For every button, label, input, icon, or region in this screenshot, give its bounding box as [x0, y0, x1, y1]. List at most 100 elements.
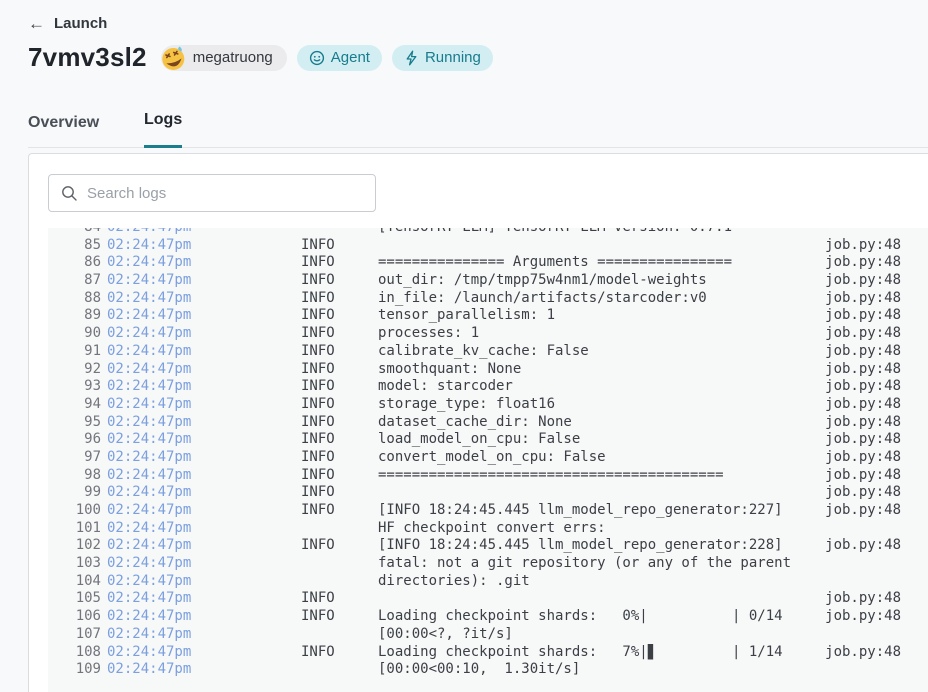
log-row: 9902:24:47pmINFOjob.py:48 [48, 484, 901, 502]
log-message [378, 590, 821, 608]
line-number: 101 [48, 520, 101, 538]
log-row: 8902:24:47pmINFOtensor_parallelism: 1job… [48, 307, 901, 325]
log-source: job.py:48 [821, 644, 901, 662]
log-search-box[interactable] [48, 174, 376, 212]
timestamp-link[interactable]: 02:24:47pm [107, 608, 191, 626]
timestamp-link[interactable]: 02:24:47pm [107, 254, 191, 272]
back-label: Launch [54, 15, 107, 32]
log-source: job.py:48 [821, 467, 901, 485]
timestamp-link[interactable]: 02:24:47pm [107, 484, 191, 502]
timestamp-link[interactable]: 02:24:47pm [107, 520, 191, 538]
log-source: job.py:48 [821, 343, 901, 361]
log-source: job.py:48 [821, 502, 901, 520]
log-source: job.py:48 [821, 449, 901, 467]
log-level: INFO [301, 290, 341, 308]
timestamp-link[interactable]: 02:24:47pm [107, 449, 191, 467]
timestamp-link[interactable]: 02:24:47pm [107, 431, 191, 449]
log-source [821, 228, 901, 237]
log-message: [00:00<00:10, 1.30it/s] [378, 661, 821, 679]
log-row: 10102:24:47pmHF checkpoint convert errs: [48, 520, 901, 538]
log-panel[interactable]: 8402:24:47pm[TensorRT-LLM] TensorRT-LLM … [48, 228, 928, 692]
agent-badge-label: Agent [331, 49, 370, 66]
agent-badge: Agent [297, 45, 382, 71]
log-level: INFO [301, 537, 341, 555]
log-source: job.py:48 [821, 396, 901, 414]
log-row: 8602:24:47pmINFO=============== Argument… [48, 254, 901, 272]
back-button[interactable]: ← Launch [28, 15, 107, 32]
log-row: 9102:24:47pmINFOcalibrate_kv_cache: Fals… [48, 343, 901, 361]
log-level [301, 573, 341, 591]
log-row: 10702:24:47pm[00:00<?, ?it/s] [48, 626, 901, 644]
timestamp-link[interactable]: 02:24:47pm [107, 661, 191, 679]
title-row: 7vmv3sl2 megatruong [28, 42, 493, 73]
timestamp-link[interactable]: 02:24:47pm [107, 228, 191, 237]
log-row: 88 02:24:47pm INFO in_file: /launch/artifac… [48, 290, 901, 308]
log-message: [INFO 18:24:45.445 llm_model_repo_genera… [378, 537, 821, 555]
lightning-icon [404, 50, 419, 66]
logs-card: 8402:24:47pm[TensorRT-LLM] TensorRT-LLM … [28, 153, 928, 692]
tab-overview[interactable]: Overview [28, 114, 99, 148]
log-message: in_file: /launch/artifacts/starcoder:v0 [378, 290, 821, 308]
log-source: job.py:48 [821, 307, 901, 325]
log-message: fatal: not a git repository (or any of t… [378, 555, 821, 573]
log-rows: 8402:24:47pm[TensorRT-LLM] TensorRT-LLM … [48, 228, 901, 679]
timestamp-link[interactable]: 02:24:47pm [107, 414, 191, 432]
line-number: 88 [48, 290, 101, 308]
timestamp-link[interactable]: 02:24:47pm [107, 590, 191, 608]
log-row: 9402:24:47pmINFOstorage_type: float16job… [48, 396, 901, 414]
log-source [821, 573, 901, 591]
line-number: 98 [48, 467, 101, 485]
log-row: 10002:24:47pmINFO[INFO 18:24:45.445 llm_… [48, 502, 901, 520]
log-message: tensor_parallelism: 1 [378, 307, 821, 325]
log-level: INFO [301, 644, 341, 662]
line-number: 108 [48, 644, 101, 662]
timestamp-link[interactable]: 02:24:47pm [107, 555, 191, 573]
timestamp-link[interactable]: 02:24:47pm [107, 343, 191, 361]
launch-detail-page: ← Launch 7vmv3sl2 megatruong [0, 0, 928, 692]
user-pill[interactable]: megatruong [161, 45, 287, 71]
line-number: 84 [48, 228, 101, 237]
line-number: 94 [48, 396, 101, 414]
timestamp-link[interactable]: 02:24:47pm [107, 396, 191, 414]
timestamp-link[interactable]: 02:24:47pm [107, 361, 191, 379]
timestamp-link[interactable]: 02:24:47pm [107, 467, 191, 485]
timestamp-link[interactable]: 02:24:47pm [107, 537, 191, 555]
tab-logs[interactable]: Logs [144, 111, 182, 148]
log-level [301, 626, 341, 644]
timestamp-link[interactable]: 02:24:47pm [107, 573, 191, 591]
log-source [821, 520, 901, 538]
timestamp-link[interactable]: 02:24:47pm [107, 502, 191, 520]
log-row: 8702:24:47pmINFOout_dir: /tmp/tmpp75w4nm… [48, 272, 901, 290]
timestamp-link[interactable]: 02:24:47pm [107, 644, 191, 662]
log-level: INFO [301, 378, 341, 396]
log-level [301, 228, 341, 237]
timestamp-link[interactable]: 02:24:47pm [107, 626, 191, 644]
log-source: job.py:48 [821, 484, 901, 502]
timestamp-link[interactable]: 02:24:47pm [107, 290, 191, 308]
log-message: convert_model_on_cpu: False [378, 449, 821, 467]
timestamp-link[interactable]: 02:24:47pm [107, 272, 191, 290]
timestamp-link[interactable]: 02:24:47pm [107, 325, 191, 343]
log-message: Loading checkpoint shards: 7%|▋ | 1/14 [378, 644, 821, 662]
line-number: 97 [48, 449, 101, 467]
log-message: [INFO 18:24:45.445 llm_model_repo_genera… [378, 502, 821, 520]
log-message: processes: 1 [378, 325, 821, 343]
timestamp-link[interactable]: 02:24:47pm [107, 307, 191, 325]
log-row: 9802:24:47pmINFO========================… [48, 467, 901, 485]
log-level [301, 661, 341, 679]
search-input[interactable] [87, 185, 363, 202]
log-message: model: starcoder [378, 378, 821, 396]
line-number: 89 [48, 307, 101, 325]
log-row: 10902:24:47pm[00:00<00:10, 1.30it/s] [48, 661, 901, 679]
log-message [378, 484, 821, 502]
log-row: 108 02:24:47pm INFO Loading checkpoint shar… [48, 644, 901, 662]
timestamp-link[interactable]: 02:24:47pm [107, 237, 191, 255]
timestamp-link[interactable]: 02:24:47pm [107, 378, 191, 396]
log-level: INFO [301, 254, 341, 272]
log-message: smoothquant: None [378, 361, 821, 379]
log-source: job.py:48 [821, 361, 901, 379]
line-number: 105 [48, 590, 101, 608]
log-row: 10202:24:47pmINFO[INFO 18:24:45.445 llm_… [48, 537, 901, 555]
log-level: INFO [301, 396, 341, 414]
log-level: INFO [301, 237, 341, 255]
